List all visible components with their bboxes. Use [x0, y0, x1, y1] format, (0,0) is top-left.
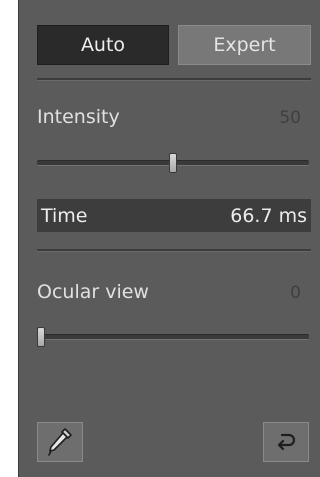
divider	[37, 78, 311, 81]
intensity-slider-thumb[interactable]	[169, 153, 177, 173]
intensity-label: Intensity	[37, 106, 120, 128]
ocular-view-slider-track[interactable]	[37, 334, 309, 340]
eyedropper-button[interactable]	[37, 422, 83, 462]
expert-mode-button[interactable]: Expert	[178, 25, 311, 65]
time-value: 66.7 ms	[230, 205, 307, 227]
time-label: Time	[41, 205, 88, 227]
ocular-view-slider-thumb[interactable]	[37, 327, 45, 347]
undo-button[interactable]	[263, 422, 309, 462]
divider	[37, 249, 311, 252]
time-readout: Time 66.7 ms	[37, 199, 311, 232]
undo-icon	[277, 433, 296, 451]
ocular-view-label: Ocular view	[37, 281, 149, 303]
auto-mode-button[interactable]: Auto	[37, 25, 169, 65]
exposure-panel: Auto Expert Intensity 50 Time 66.7 ms Oc…	[18, 0, 320, 477]
ocular-view-value: 0	[290, 283, 301, 303]
intensity-value: 50	[279, 108, 301, 128]
eyedropper-icon	[48, 428, 72, 456]
